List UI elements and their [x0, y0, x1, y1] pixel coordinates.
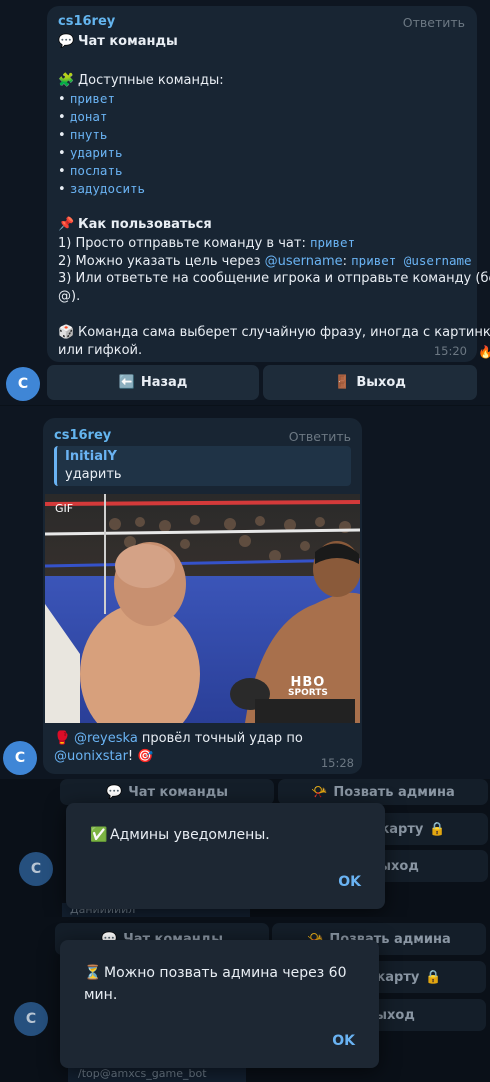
quote-author: InitialY — [65, 449, 117, 464]
username-link[interactable]: @reyeska — [74, 731, 138, 746]
exit-button[interactable]: 🚪Выход — [263, 365, 477, 400]
message-time: 15:20 — [433, 344, 467, 358]
puzzle-icon: 🧩 — [58, 73, 75, 88]
howto-heading: 📌 Как пользоваться — [58, 217, 212, 232]
command-link[interactable]: привет — [310, 235, 355, 250]
message-bubble-commands: cs16rey Ответить 💬 Чат команды 🧩 Доступные… — [47, 6, 490, 362]
available-commands-label: 🧩 Доступные команды: — [58, 73, 224, 88]
howto-step-3: 3) Или ответьте на сообщение игрока и от… — [58, 271, 490, 286]
message-sender[interactable]: cs16rey — [58, 14, 115, 29]
random-phrase-note: 🎲 Команда сама выберет случайную фразу, и… — [58, 325, 490, 340]
list-item: • послать — [58, 163, 123, 179]
list-item: • привет — [58, 91, 115, 107]
dialog-message-cont: мин. — [84, 987, 118, 1003]
message-time: 15:28 — [320, 756, 354, 770]
team-chat-button[interactable]: 💬 Чат команды — [60, 779, 274, 805]
reply-link[interactable]: Ответить — [289, 429, 351, 444]
avatar[interactable]: C — [14, 1002, 48, 1036]
gif-caption-cont: @uonixstar! 🎯 — [54, 749, 154, 764]
megaphone-icon: 📯 — [311, 784, 328, 800]
avatar[interactable]: C — [6, 367, 40, 401]
list-item: • пнуть — [58, 127, 108, 143]
speech-bubble-icon: 💬 — [58, 34, 75, 49]
command-link[interactable]: привет — [70, 91, 115, 106]
avatar[interactable]: C — [3, 741, 37, 775]
command-link[interactable]: послать — [70, 163, 123, 178]
howto-step-2: 2) Можно указать цель через @username: п… — [58, 253, 472, 269]
howto-step-1: 1) Просто отправьте команду в чат: приве… — [58, 235, 356, 251]
call-admin-button[interactable]: 📯 Позвать админа — [278, 779, 488, 805]
ok-button[interactable]: OK — [332, 1033, 355, 1049]
message-sender[interactable]: cs16rey — [54, 428, 111, 443]
username-link[interactable]: @username — [265, 254, 343, 269]
username-link[interactable]: @uonixstar — [54, 749, 128, 764]
command-link[interactable]: донат — [70, 109, 108, 124]
gif-media[interactable]: GIF HBO SPORTS — [45, 494, 360, 723]
fire-icon: 🔥 — [478, 345, 490, 359]
list-item: • донат — [58, 109, 108, 125]
partial-message: /top@amxcs_game_bot — [68, 1067, 246, 1082]
dialog-message: ✅ Админы уведомлены. — [90, 827, 270, 843]
boxing-glove-icon: 🥊 — [54, 731, 71, 746]
hbo-sports-logo: HBO SPORTS — [288, 675, 328, 698]
list-item: • задудосить — [58, 181, 146, 197]
lock-icon: 🔒 — [425, 969, 442, 985]
check-mark-icon: ✅ — [90, 827, 108, 843]
command-link[interactable]: привет @username — [351, 253, 471, 268]
reply-quote[interactable]: InitialY ударить — [54, 446, 351, 486]
ok-button[interactable]: OK — [338, 874, 361, 890]
admins-notified-dialog: ✅ Админы уведомлены. OK — [66, 803, 385, 909]
divider — [0, 405, 490, 406]
command-link[interactable]: задудосить — [70, 181, 145, 196]
quote-text: ударить — [65, 467, 122, 482]
dice-icon: 🎲 — [58, 325, 75, 340]
dialog-message: ⏳ Можно позвать админа через 60 — [84, 965, 347, 981]
speech-bubble-icon: 💬 — [106, 784, 123, 800]
lock-icon: 🔒 — [429, 821, 446, 837]
list-item: • ударить — [58, 145, 123, 161]
hourglass-icon: ⏳ — [84, 965, 102, 981]
back-button[interactable]: ⬅️ Назад — [47, 365, 259, 400]
reply-link[interactable]: Ответить — [403, 15, 465, 30]
gif-badge: GIF — [55, 502, 74, 515]
command-link[interactable]: пнуть — [70, 127, 108, 142]
avatar[interactable]: C — [19, 852, 53, 886]
command-link[interactable]: ударить — [70, 145, 123, 160]
message-bubble-gif: cs16rey Ответить InitialY ударить GIF HB… — [43, 418, 362, 774]
back-arrow-icon: ⬅️ — [118, 375, 135, 390]
door-icon: 🚪 — [334, 375, 351, 390]
random-phrase-note-cont: или гифкой. — [58, 343, 143, 358]
target-icon: 🎯 — [137, 749, 154, 764]
commands-list: • привет • донат • пнуть • ударить • пос… — [58, 90, 145, 198]
message-title: 💬 Чат команды — [58, 34, 178, 49]
howto-step-3-cont: @). — [58, 289, 81, 304]
admin-cooldown-dialog: ⏳ Можно позвать админа через 60 мин. OK — [60, 940, 379, 1068]
pushpin-icon: 📌 — [58, 217, 75, 232]
gif-caption: 🥊 @reyeska провёл точный удар по — [54, 731, 303, 746]
